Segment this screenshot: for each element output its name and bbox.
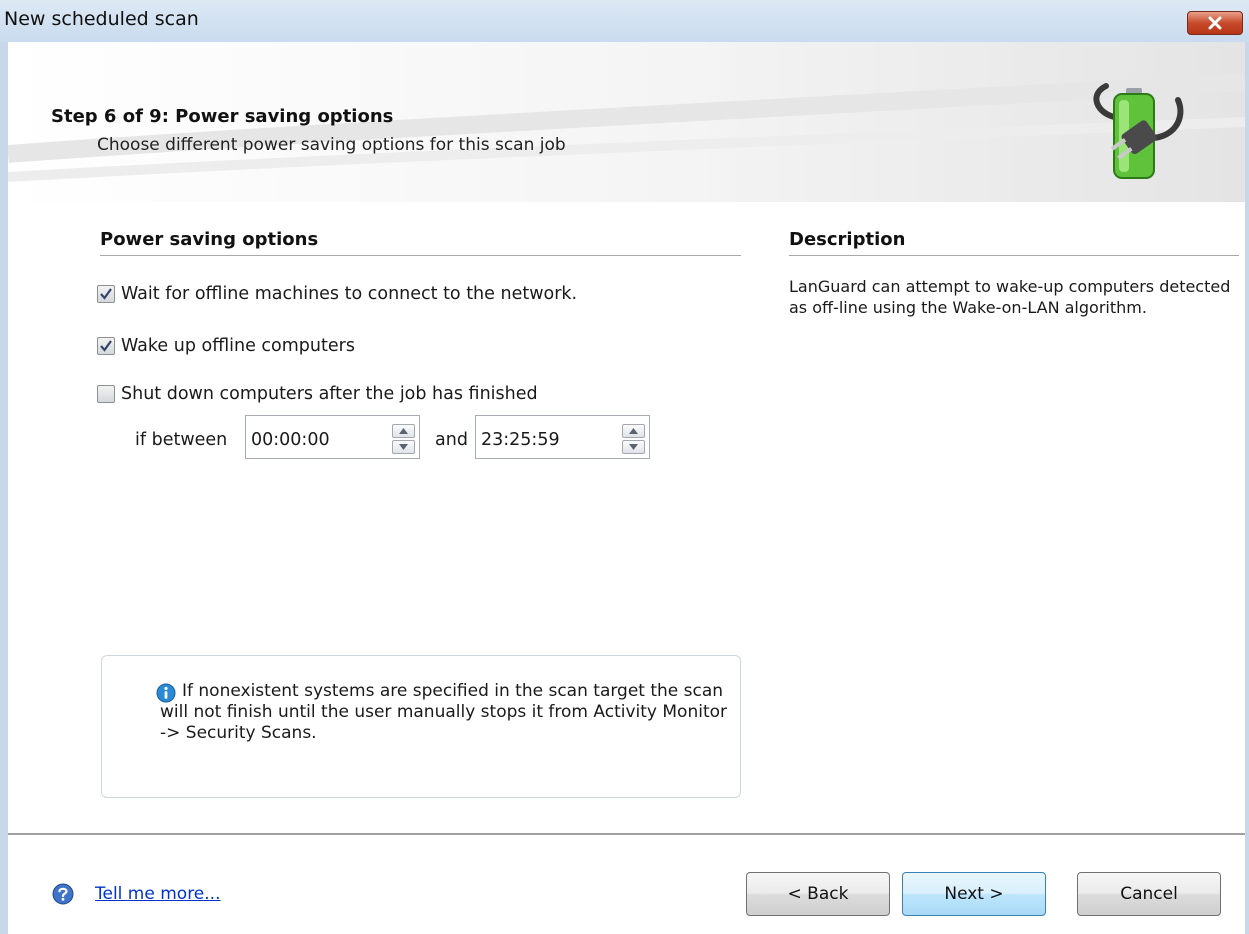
info-box: If nonexistent systems are specified in …	[101, 655, 741, 798]
shutdown-checkbox[interactable]	[97, 385, 115, 403]
checkmark-icon	[100, 340, 112, 352]
description-heading: Description	[789, 229, 1239, 256]
and-label: and	[435, 430, 468, 450]
end-time-down-button[interactable]	[622, 440, 645, 454]
spin-down-arrow-icon	[629, 444, 638, 450]
title-bar: New scheduled scan	[0, 0, 1249, 43]
back-button[interactable]: < Back	[746, 872, 890, 916]
cancel-button[interactable]: Cancel	[1077, 872, 1221, 916]
battery-plug-icon	[1093, 83, 1184, 179]
next-button[interactable]: Next >	[902, 872, 1046, 916]
window-frame-right	[1245, 42, 1249, 934]
wizard-header: Step 6 of 9: Power saving options Choose…	[8, 42, 1245, 202]
options-heading: Power saving options	[100, 229, 741, 256]
footer-divider	[8, 833, 1245, 836]
step-subtitle: Choose different power saving options fo…	[97, 135, 566, 155]
spin-down-arrow-icon	[399, 444, 408, 450]
end-time-stepper[interactable]: 23:25:59	[475, 415, 650, 459]
if-between-label: if between	[135, 430, 228, 450]
spin-up-arrow-icon	[399, 428, 408, 434]
help-icon[interactable]	[52, 883, 74, 905]
wait-offline-label: Wait for offline machines to connect to …	[121, 284, 578, 304]
start-time-value[interactable]: 00:00:00	[251, 430, 330, 450]
step-title: Step 6 of 9: Power saving options	[51, 106, 394, 127]
start-time-arrows	[392, 424, 415, 454]
spin-up-arrow-icon	[629, 428, 638, 434]
dialog-body: Step 6 of 9: Power saving options Choose…	[8, 42, 1245, 934]
end-time-value[interactable]: 23:25:59	[481, 430, 560, 450]
wake-up-label: Wake up offline computers	[121, 336, 355, 356]
description-text: LanGuard can attempt to wake-up computer…	[789, 277, 1231, 317]
info-text: If nonexistent systems are specified in …	[160, 681, 728, 743]
start-time-down-button[interactable]	[392, 440, 415, 454]
end-time-up-button[interactable]	[622, 424, 645, 438]
wait-offline-checkbox[interactable]	[97, 285, 115, 303]
wait-offline-option[interactable]: Wait for offline machines to connect to …	[97, 284, 577, 304]
wake-up-checkbox[interactable]	[97, 337, 115, 355]
shutdown-option[interactable]: Shut down computers after the job has fi…	[97, 384, 538, 404]
tell-me-more-link[interactable]: Tell me more...	[95, 884, 220, 904]
close-button[interactable]	[1187, 11, 1243, 35]
start-time-stepper[interactable]: 00:00:00	[245, 415, 420, 459]
wake-up-option[interactable]: Wake up offline computers	[97, 336, 355, 356]
end-time-arrows	[622, 424, 645, 454]
checkmark-icon	[100, 288, 112, 300]
close-icon	[1208, 16, 1222, 30]
start-time-up-button[interactable]	[392, 424, 415, 438]
window-frame-left	[0, 42, 8, 934]
shutdown-label: Shut down computers after the job has fi…	[121, 384, 538, 404]
window-title: New scheduled scan	[4, 8, 199, 30]
